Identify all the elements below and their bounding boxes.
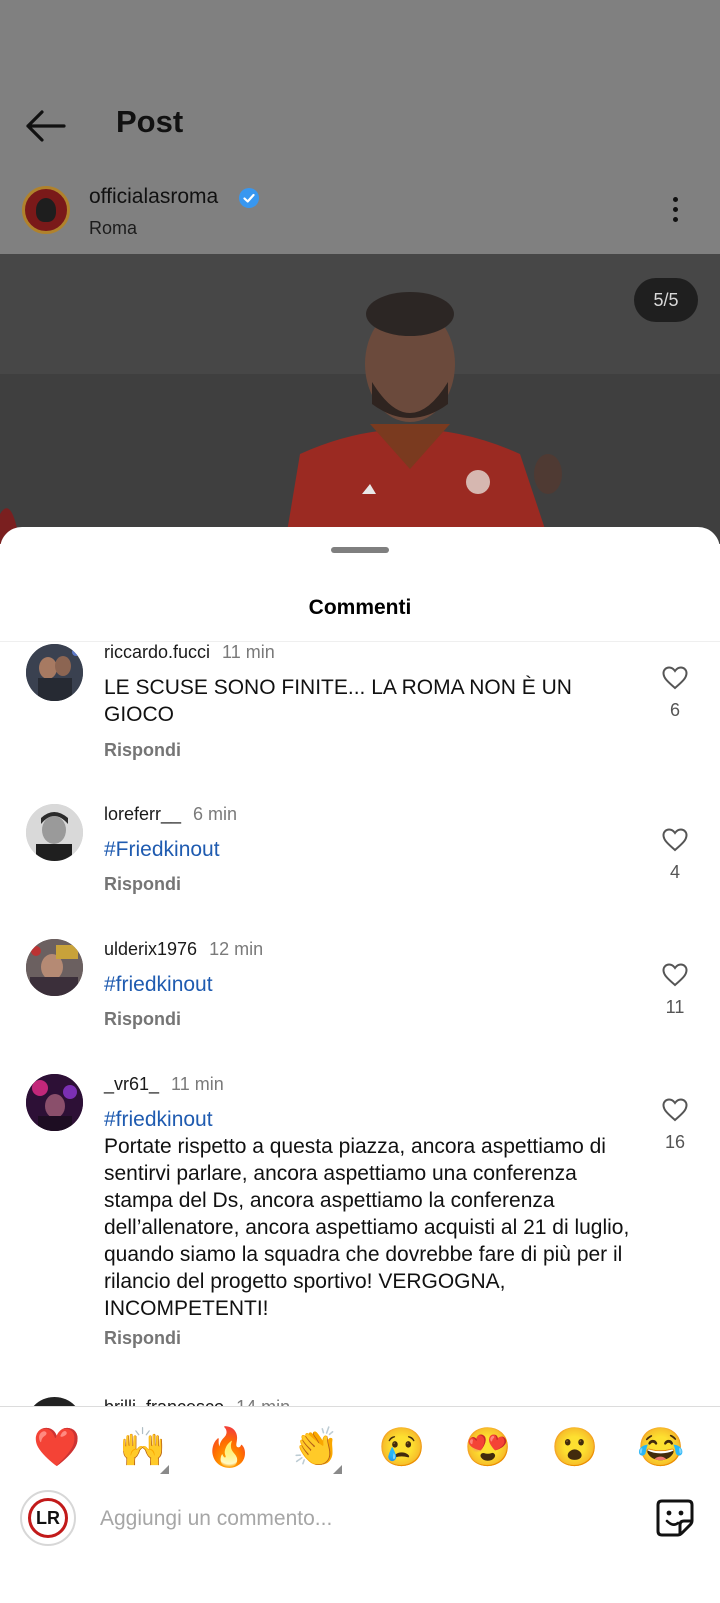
hashtag-link[interactable]: #Friedkinout	[104, 836, 634, 863]
comment-username[interactable]: brilli_francesco	[104, 1397, 224, 1406]
back-arrow-icon[interactable]	[22, 106, 70, 146]
account-name[interactable]: officialasroma	[89, 185, 218, 209]
emoji-heart[interactable]: ❤️	[27, 1420, 87, 1476]
like-heart-icon[interactable]	[662, 1098, 688, 1122]
more-options-icon[interactable]	[670, 197, 680, 227]
like-count: 11	[665, 997, 685, 1017]
like-heart-icon[interactable]	[662, 828, 688, 852]
emoji-heart-eyes[interactable]: 😍	[458, 1420, 518, 1476]
post-header	[0, 0, 720, 254]
emoji-clap[interactable]: 👏	[286, 1420, 346, 1476]
emoji-surprised[interactable]: 😮	[545, 1420, 605, 1476]
page-title: Post	[116, 104, 184, 139]
comment-time: 14 min	[236, 1397, 290, 1406]
comment-item: loreferr__ 6 min #Friedkinout Rispondi 4	[0, 804, 720, 934]
verified-badge-icon	[238, 187, 260, 209]
emoji-crying[interactable]: 😢	[372, 1420, 432, 1476]
comment-username[interactable]: _vr61_	[104, 1074, 159, 1094]
comment-item: ulderix1976 12 min #friedkinout Rispondi …	[0, 939, 720, 1069]
comment-item: _vr61_ 11 min #friedkinout Portate rispet…	[0, 1074, 720, 1364]
user-avatar-logo: LR	[28, 1498, 68, 1538]
reply-button[interactable]: Rispondi	[104, 874, 181, 895]
skin-tone-indicator	[333, 1465, 342, 1474]
reply-button[interactable]: Rispondi	[104, 740, 181, 761]
comment-username[interactable]: riccardo.fucci	[104, 642, 210, 662]
emoji-raised-hands[interactable]: 🙌	[113, 1420, 173, 1476]
comment-time: 12 min	[209, 939, 264, 959]
emoji-fire[interactable]: 🔥	[199, 1420, 259, 1476]
sheet-title: Commenti	[308, 596, 412, 619]
commenter-avatar[interactable]	[26, 804, 83, 861]
like-count: 6	[669, 700, 680, 720]
like-count: 16	[664, 1132, 686, 1152]
comment-item: brilli_francesco 14 min	[0, 1397, 720, 1406]
account-avatar[interactable]	[22, 186, 70, 234]
emoji-bar: ❤️ 🙌 🔥 👏 😢 😍 😮 😂	[0, 1420, 720, 1480]
comment-text: Portate rispetto a questa piazza, ancora…	[104, 1135, 630, 1320]
comment-text: LE SCUSE SONO FINITE... LA ROMA NON È UN…	[104, 676, 572, 726]
comments-list[interactable]: riccardo.fucci 11 min LE SCUSE SONO FINIT…	[0, 642, 720, 1406]
commenter-avatar[interactable]	[26, 939, 83, 996]
comment-time: 6 min	[193, 804, 238, 824]
comment-username[interactable]: ulderix1976	[104, 939, 197, 959]
hashtag-link[interactable]: #friedkinout	[104, 971, 634, 998]
user-avatar[interactable]: LR	[20, 1490, 76, 1546]
divider	[0, 1406, 720, 1407]
commenter-avatar[interactable]	[26, 1397, 83, 1406]
comment-input[interactable]	[98, 1498, 622, 1540]
skin-tone-indicator	[160, 1465, 169, 1474]
post-image[interactable]	[0, 254, 720, 544]
emoji-clap-glyph: 👏	[292, 1427, 340, 1469]
account-location[interactable]: Roma	[89, 218, 137, 239]
reply-button[interactable]: Rispondi	[104, 1009, 181, 1030]
like-heart-icon[interactable]	[662, 963, 688, 987]
sticker-icon[interactable]	[654, 1497, 696, 1539]
commenter-avatar[interactable]	[26, 644, 83, 701]
comment-item: riccardo.fucci 11 min LE SCUSE SONO FINIT…	[0, 642, 720, 802]
emoji-raised-hands-glyph: 🙌	[119, 1427, 167, 1469]
emoji-laughing[interactable]: 😂	[631, 1420, 691, 1476]
commenter-avatar[interactable]	[26, 1074, 83, 1131]
comment-time: 11 min	[171, 1074, 224, 1094]
like-count: 4	[669, 862, 680, 882]
hashtag-link[interactable]: #friedkinout	[104, 1106, 634, 1133]
like-heart-icon[interactable]	[662, 666, 688, 690]
comment-username[interactable]: loreferr__	[104, 804, 181, 824]
drag-handle[interactable]	[331, 547, 389, 553]
comment-time: 11 min	[222, 642, 275, 662]
reply-button[interactable]: Rispondi	[104, 1328, 181, 1349]
slide-counter: 5/5	[634, 278, 698, 322]
